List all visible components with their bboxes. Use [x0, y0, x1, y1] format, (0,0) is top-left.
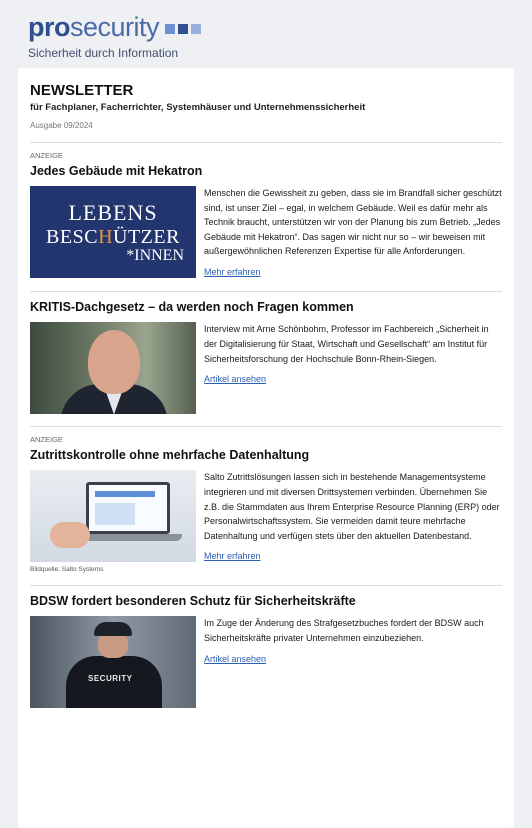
- tagline: Sicherheit durch Information: [28, 46, 179, 60]
- banner-line2a: BESC: [46, 226, 99, 248]
- article-title[interactable]: Zutrittskontrolle ohne mehrfache Datenha…: [30, 448, 502, 462]
- ad-tag: ANZEIGE: [30, 151, 63, 160]
- logo-squares-icon: [165, 24, 202, 34]
- banner-line1: LEBENS: [68, 200, 158, 225]
- divider: [30, 291, 502, 293]
- newsletter-issue: Ausgabe 09/2024: [30, 121, 93, 130]
- logo-square: [165, 24, 176, 34]
- divider: [30, 426, 502, 428]
- more-link[interactable]: Mehr erfahren: [204, 265, 261, 280]
- hand-shape: [50, 522, 90, 549]
- article-body-block: Im Zuge der Änderung des Strafgesetzbuch…: [204, 616, 502, 708]
- banner-line2c: ÜTZER: [113, 226, 180, 248]
- guard-head-shape: [98, 632, 128, 659]
- banner-line2: BESCHÜTZER: [30, 226, 196, 249]
- article-kritis: KRITIS-Dachgesetz – da werden noch Frage…: [30, 300, 502, 415]
- article-body-block: Interview mit Arne Schönbohm, Professor …: [204, 322, 502, 414]
- article-title[interactable]: Jedes Gebäude mit Hekatron: [30, 164, 502, 178]
- logo-square: [178, 24, 189, 34]
- article-hekatron: ANZEIGE Jedes Gebäude mit Hekatron LEBEN…: [30, 151, 502, 279]
- laptop-image[interactable]: [30, 470, 196, 563]
- header: pro security Sicherheit durch Information: [28, 10, 508, 70]
- laptop-screen: [86, 482, 170, 535]
- logo-square: [191, 24, 202, 34]
- article-body: Menschen die Gewissheit zu geben, dass s…: [204, 188, 502, 257]
- newsletter-title: NEWSLETTER: [30, 82, 134, 99]
- more-link[interactable]: Mehr erfahren: [204, 549, 261, 564]
- logo-security-text: security: [70, 11, 160, 42]
- view-article-link[interactable]: Artikel ansehen: [204, 372, 266, 387]
- newsletter-subtitle: für Fachplaner, Facherrichter, Systemhäu…: [30, 102, 366, 113]
- portrait-image[interactable]: [30, 322, 196, 415]
- head-shape: [88, 330, 140, 395]
- security-label: SECURITY: [88, 674, 133, 684]
- image-caption: Bildquelle: Salto Systems: [30, 566, 104, 574]
- banner-line3: *INNEN: [126, 247, 184, 264]
- hekatron-banner-image[interactable]: LEBENS BESCHÜTZER *INNEN: [30, 186, 196, 278]
- newsletter-page: pro security Sicherheit durch Information…: [0, 0, 532, 828]
- article-body: Im Zuge der Änderung des Strafgesetzbuch…: [204, 618, 484, 644]
- heart-icon: H: [98, 226, 114, 248]
- article-body: Salto Zutrittslösungen lassen sich in be…: [204, 472, 500, 541]
- laptop-base: [74, 534, 182, 542]
- article-body-block: Salto Zutrittslösungen lassen sich in be…: [204, 470, 502, 573]
- view-article-link[interactable]: Artikel ansehen: [204, 652, 266, 667]
- security-guard-image[interactable]: SECURITY: [30, 616, 196, 709]
- laptop-image-block: Bildquelle: Salto Systems: [30, 470, 196, 573]
- logo-pro-text: pro: [28, 11, 71, 42]
- guard-cap-shape: [94, 622, 132, 637]
- article-title[interactable]: BDSW fordert besonderen Schutz für Siche…: [30, 594, 502, 608]
- article-salto: ANZEIGE Zutrittskontrolle ohne mehrfache…: [30, 435, 502, 573]
- article-body: Interview mit Arne Schönbohm, Professor …: [204, 324, 489, 364]
- article-body-block: Menschen die Gewissheit zu geben, dass s…: [204, 186, 502, 279]
- prosecurity-logo[interactable]: pro security: [28, 10, 508, 44]
- ad-tag: ANZEIGE: [30, 435, 63, 445]
- article-title[interactable]: KRITIS-Dachgesetz – da werden noch Frage…: [30, 300, 502, 314]
- newsletter-card: NEWSLETTER für Fachplaner, Facherrichter…: [18, 68, 514, 828]
- divider: [30, 142, 502, 143]
- divider: [30, 585, 502, 587]
- article-bdsw: BDSW fordert besonderen Schutz für Siche…: [30, 594, 502, 709]
